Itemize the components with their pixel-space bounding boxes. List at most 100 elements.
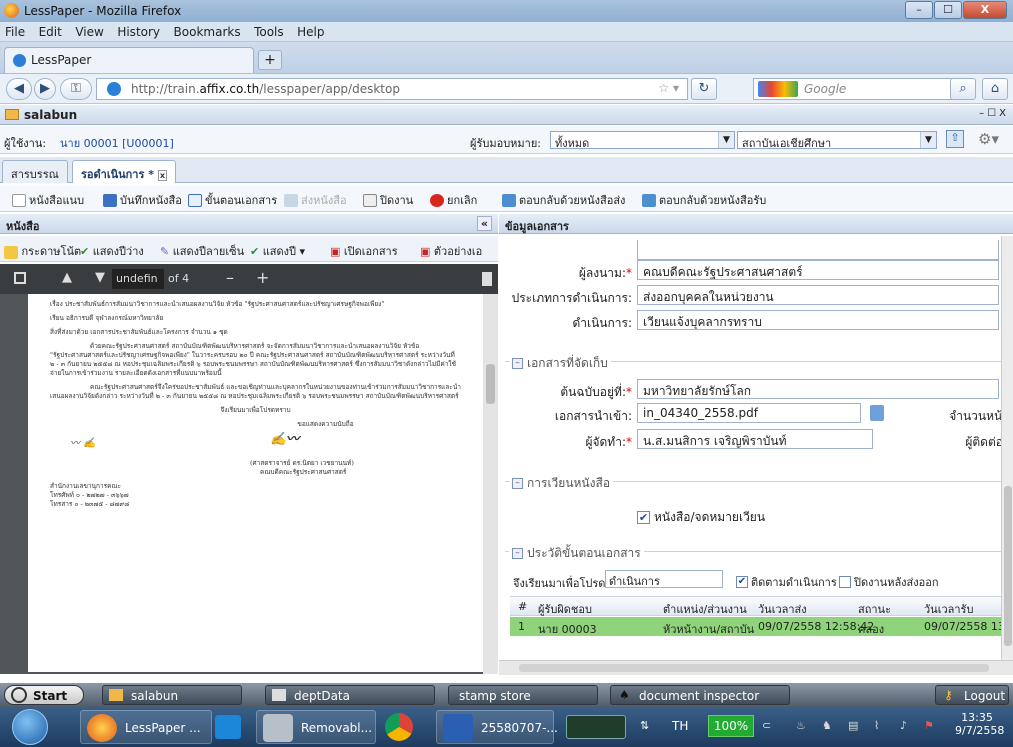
start-button[interactable]: Start: [4, 685, 84, 705]
pdf-viewer[interactable]: ▲ ▼ undefin of 4 – + เรื่อง ประชาสัมพันธ…: [0, 264, 498, 674]
page-down-icon[interactable]: ▼: [95, 270, 105, 285]
cancel-button[interactable]: ยกเลิก: [430, 191, 477, 209]
flag-icon[interactable]: ⚑: [924, 719, 934, 732]
open-document-button[interactable]: ▣ เปิดเอกสาร: [330, 242, 398, 260]
right-panel-scrollbar[interactable]: [1001, 236, 1013, 660]
checkbox-checked-icon[interactable]: ✔: [637, 511, 650, 524]
user-value[interactable]: นาย 00001 [U00001]: [60, 134, 174, 152]
download-icon[interactable]: [482, 272, 492, 286]
horizontal-scrollbar[interactable]: [499, 660, 1013, 675]
zoom-out-button[interactable]: –: [226, 268, 234, 287]
menu-tools[interactable]: Tools: [249, 22, 289, 42]
search-engine-icon[interactable]: [758, 81, 798, 97]
windows-start-icon[interactable]: [12, 709, 48, 745]
app-minimize-button[interactable]: –: [979, 108, 987, 119]
collapse-icon[interactable]: –: [512, 548, 523, 559]
menu-file[interactable]: File: [0, 22, 30, 42]
reply-send-button[interactable]: ตอบกลับด้วยหนังสือส่ง: [502, 191, 625, 209]
volume-icon[interactable]: ♪: [900, 719, 907, 732]
app-maximize-button[interactable]: ☐: [987, 108, 999, 119]
search-input[interactable]: Google: [753, 78, 973, 100]
top-field[interactable]: [637, 240, 999, 260]
taskbar-item-salabun[interactable]: salabun: [102, 685, 242, 705]
clock[interactable]: 13:35 9/7/2558: [955, 711, 1004, 737]
page-up-icon[interactable]: ▲: [62, 270, 72, 285]
collapse-icon[interactable]: –: [512, 358, 523, 369]
pdf-scrollbar[interactable]: [483, 294, 498, 674]
task-removable[interactable]: Removabl...: [256, 710, 376, 744]
menu-bookmarks[interactable]: Bookmarks: [169, 22, 246, 42]
filter-field[interactable]: ดำเนินการ: [605, 570, 723, 588]
taskbar-item-document-inspector[interactable]: ♠ document inspector: [610, 685, 790, 705]
new-tab-button[interactable]: +: [258, 50, 282, 70]
checkbox-empty-icon[interactable]: [839, 576, 851, 588]
show-year-button[interactable]: ✔ แสดงปี ▾: [250, 242, 305, 260]
upload-icon[interactable]: ⇧: [946, 130, 964, 148]
storage-section-legend[interactable]: – เอกสารที่จัดเก็บ: [509, 354, 611, 373]
history-section-legend[interactable]: – ประวัติขั้นตอนเอกสาร: [509, 544, 644, 563]
browser-tab-lesspaper[interactable]: LessPaper: [4, 47, 254, 73]
app-close-button[interactable]: X: [999, 108, 1009, 119]
action-field[interactable]: เวียนแจ้งบุคลากรทราบ: [637, 310, 999, 330]
table-row[interactable]: 1 นาย 00003 หัวหน้างาน/สถาบัน 09/07/2558…: [510, 617, 1012, 636]
gear-icon[interactable]: ⚙▾: [978, 130, 999, 148]
assignee-select[interactable]: ทั้งหมด ▼: [550, 131, 735, 150]
collapse-icon[interactable]: –: [512, 478, 523, 489]
collapse-panel-button[interactable]: «: [476, 216, 492, 231]
close-button[interactable]: X: [963, 1, 1007, 19]
tab-pending[interactable]: รอดำเนินการ * x: [72, 160, 176, 183]
close-job-button[interactable]: ปิดงาน: [363, 191, 413, 209]
tray-icon[interactable]: ▤: [848, 719, 858, 732]
show-empty-button[interactable]: ✔ แสดงปีว่าง: [80, 242, 144, 260]
close-after-send-checkbox[interactable]: ปิดงานหลังส่งออก: [839, 573, 939, 591]
column-header[interactable]: วันเวลารับ: [924, 600, 973, 618]
close-tab-icon[interactable]: x: [157, 170, 167, 181]
send-button[interactable]: ส่งหนังสือ: [284, 191, 347, 209]
app-window-controls[interactable]: –☐X: [979, 108, 1009, 119]
media-player-icon[interactable]: [215, 715, 241, 739]
pdf-scroll-thumb[interactable]: [486, 364, 495, 404]
network-icon[interactable]: ⇅: [640, 719, 649, 732]
org-select[interactable]: สถาบันเอเชียศึกษา ▼: [737, 131, 937, 150]
search-magnifier-icon[interactable]: ⌕: [950, 78, 976, 100]
reload-icon[interactable]: ↻: [691, 78, 717, 100]
import-field[interactable]: in_04340_2558.pdf: [637, 403, 861, 423]
note-button[interactable]: กระดาษโน้ต: [4, 242, 81, 260]
bookmark-star-icon[interactable]: ☆ ▾: [658, 81, 679, 95]
forward-button[interactable]: ▶: [34, 78, 56, 100]
tray-icon[interactable]: ⊂: [762, 719, 771, 732]
language-indicator[interactable]: TH: [672, 719, 688, 733]
minimize-button[interactable]: –: [905, 1, 933, 19]
task-lesspaper[interactable]: LessPaper ...: [80, 710, 212, 744]
column-header[interactable]: ตำแหน่ง/ส่วนงาน: [663, 600, 747, 618]
wifi-icon[interactable]: ⌇: [874, 719, 879, 732]
page-number-input[interactable]: undefin: [112, 269, 164, 289]
task-word[interactable]: 25580707-...: [436, 710, 558, 744]
maximize-button[interactable]: ☐: [934, 1, 962, 19]
attach-button[interactable]: หนังสือแนบ: [12, 191, 84, 209]
identity-icon[interactable]: ⚿: [60, 78, 92, 100]
circulation-section-legend[interactable]: – การเวียนหนังสือ: [509, 474, 614, 493]
circular-checkbox[interactable]: ✔ หนังสือ/จดหมายเวียน: [637, 508, 765, 527]
menu-history[interactable]: History: [112, 22, 165, 42]
attachment-icon[interactable]: [870, 405, 884, 421]
tray-icon[interactable]: ♨: [796, 719, 806, 732]
home-icon[interactable]: ⌂: [982, 78, 1008, 100]
action-type-field[interactable]: ส่งออกบุคคลในหน่วยงาน: [637, 285, 999, 305]
taskbar-item-deptdata[interactable]: deptData: [265, 685, 435, 705]
zoom-in-button[interactable]: +: [256, 268, 269, 287]
menu-edit[interactable]: Edit: [34, 22, 67, 42]
sidebar-toggle-icon[interactable]: [14, 272, 26, 284]
menu-help[interactable]: Help: [292, 22, 329, 42]
column-header[interactable]: วันเวลาส่ง: [758, 600, 807, 618]
steps-button[interactable]: ขั้นตอนเอกสาร: [188, 191, 277, 209]
checkbox-checked-icon[interactable]: ✔: [736, 576, 748, 588]
save-button[interactable]: บันทึกหนังสือ: [103, 191, 182, 209]
url-bar[interactable]: http://train.affix.co.th/lesspaper/app/d…: [96, 78, 688, 100]
chrome-icon[interactable]: [385, 713, 413, 741]
column-header[interactable]: สถานะ: [858, 600, 891, 618]
sample-document-button[interactable]: ▣ ตัวอย่างเอ: [420, 242, 482, 260]
column-header[interactable]: #: [518, 600, 527, 613]
battery-indicator[interactable]: 100%: [708, 715, 754, 737]
reply-receive-button[interactable]: ตอบกลับด้วยหนังสือรับ: [642, 191, 766, 209]
